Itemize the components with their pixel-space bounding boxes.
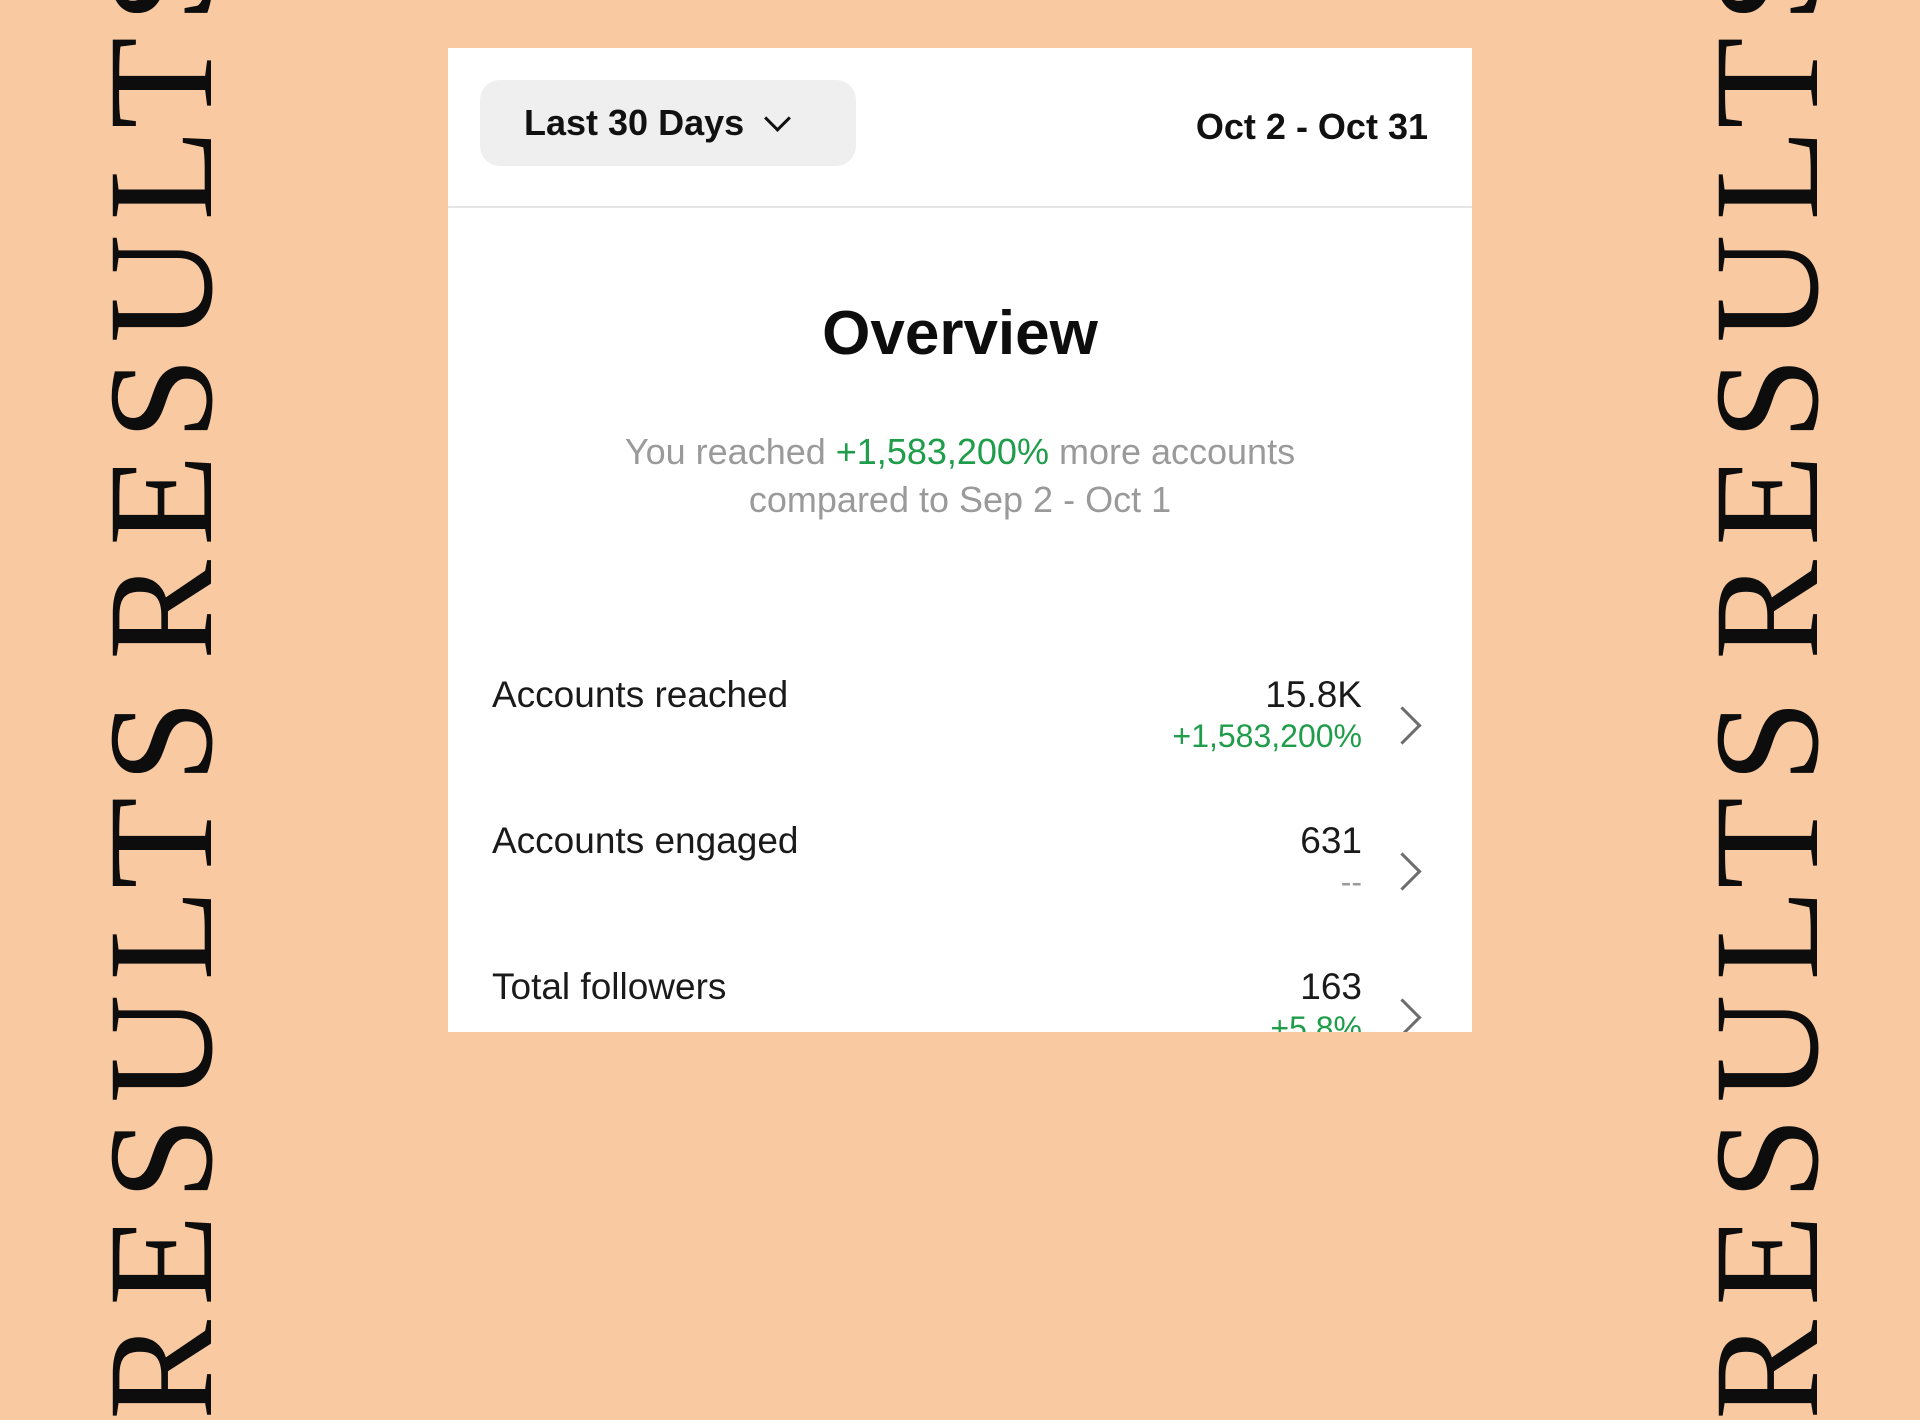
insights-card: Last 30 Days Oct 2 - Oct 31 Overview You… xyxy=(448,48,1472,1032)
metric-value: 15.8K xyxy=(1265,674,1362,715)
metric-row-total-followers[interactable]: Total followers 163 +5.8% xyxy=(448,966,1472,1032)
summary-suffix: more accounts xyxy=(1048,431,1296,472)
metric-row-accounts-reached[interactable]: Accounts reached 15.8K +1,583,200% xyxy=(448,674,1472,794)
summary-prefix: You reached xyxy=(624,431,836,472)
results-side-text-left-lower: RESULTS xyxy=(78,685,244,1420)
card-header: Last 30 Days Oct 2 - Oct 31 xyxy=(448,48,1472,208)
metric-change: -- xyxy=(1340,864,1362,900)
summary-highlight: +1,583,200% xyxy=(835,431,1049,472)
date-range-text: Oct 2 - Oct 31 xyxy=(1195,106,1428,147)
metric-change: +1,583,200% xyxy=(1172,718,1363,754)
date-range-dropdown[interactable]: Last 30 Days xyxy=(480,80,856,166)
chevron-right-icon xyxy=(1383,706,1422,745)
summary-line2: compared to Sep 2 - Oct 1 xyxy=(748,479,1172,520)
results-side-text-right-upper: RESULTS xyxy=(1684,0,1850,660)
metric-row-accounts-engaged[interactable]: Accounts engaged 631 -- xyxy=(448,820,1472,940)
overview-summary: You reached +1,583,200% more accounts co… xyxy=(448,428,1472,524)
metric-change: +5.8% xyxy=(1270,1010,1362,1032)
results-side-text-left-upper: RESULTS xyxy=(78,0,244,660)
metric-label: Accounts engaged xyxy=(492,820,799,861)
metric-label: Total followers xyxy=(492,966,727,1007)
chevron-right-icon xyxy=(1383,852,1422,891)
metric-label: Accounts reached xyxy=(492,674,789,715)
chevron-right-icon xyxy=(1383,998,1422,1032)
results-side-text-right-lower: RESULTS xyxy=(1684,685,1850,1420)
metric-value: 631 xyxy=(1300,820,1362,861)
chevron-down-icon xyxy=(764,104,792,132)
overview-title: Overview xyxy=(822,299,1098,368)
metric-value: 163 xyxy=(1300,966,1362,1007)
date-range-dropdown-label: Last 30 Days xyxy=(524,102,745,143)
